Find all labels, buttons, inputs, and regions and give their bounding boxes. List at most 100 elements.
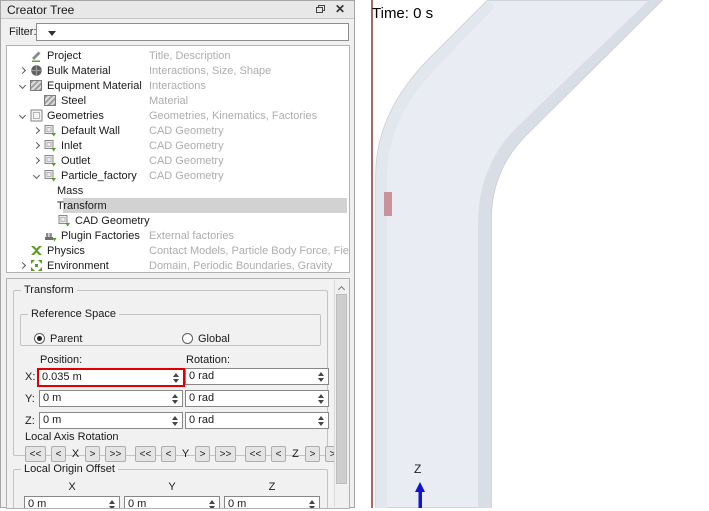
pencil-icon <box>29 49 43 62</box>
tree-item-outlet[interactable]: Outlet CAD Geometry <box>7 153 349 168</box>
rotation-y-input[interactable]: 0 rad <box>185 390 329 407</box>
environment-icon <box>29 259 43 272</box>
cad-geometry-icon <box>43 154 57 167</box>
spinner-arrows-icon[interactable] <box>207 498 216 509</box>
tree-item-project[interactable]: Project Title, Description <box>7 48 349 63</box>
rotate-y-back-button[interactable]: < <box>161 446 176 462</box>
rotate-x-back-button[interactable]: < <box>51 446 66 462</box>
properties-pane: Transform Reference Space Parent Global … <box>6 278 350 509</box>
transform-group: Transform Reference Space Parent Global … <box>13 284 328 456</box>
rotation-x-input[interactable]: 0 rad <box>185 368 329 385</box>
transform-group-label: Transform <box>21 284 77 296</box>
physics-icon <box>29 244 43 257</box>
properties-scrollbar[interactable] <box>334 280 348 507</box>
offset-y-input[interactable]: 0 m <box>124 496 220 509</box>
reference-space-label: Reference Space <box>28 308 119 320</box>
radio-unselected-icon[interactable] <box>182 333 193 344</box>
viewport-3d[interactable]: Time: 0 s Z <box>356 0 709 508</box>
scrollbar-thumb[interactable] <box>336 294 347 484</box>
tree-item-mass[interactable]: Mass <box>7 183 349 198</box>
tree-item-bulk-material[interactable]: Bulk Material Interactions, Size, Shape <box>7 63 349 78</box>
y-axis-label: Y: <box>25 393 39 405</box>
geometry-square-icon <box>29 109 43 122</box>
expander-collapsed-icon[interactable] <box>18 262 25 269</box>
pipe-geometry <box>356 0 709 508</box>
cad-geometry-icon <box>57 214 71 227</box>
tree-item-default-wall[interactable]: Default Wall CAD Geometry <box>7 123 349 138</box>
boundary-line <box>371 0 373 508</box>
rotate-y-fast-fwd-button[interactable]: >> <box>215 446 236 462</box>
position-y-input[interactable]: 0 m <box>39 390 183 407</box>
rotate-z-back-button[interactable]: < <box>271 446 286 462</box>
panel-title: Creator Tree <box>7 3 74 17</box>
tree-item-equipment-material[interactable]: Equipment Material Interactions <box>7 78 349 93</box>
spinner-arrows-icon[interactable] <box>316 414 325 428</box>
tree-item-physics[interactable]: Physics Contact Models, Particle Body Fo… <box>7 243 349 258</box>
factory-icon <box>43 229 57 242</box>
expander-expanded-icon[interactable] <box>18 112 25 119</box>
z-axis-label: Z <box>414 462 421 476</box>
rotation-label: Rotation: <box>186 354 230 366</box>
panel-header[interactable]: Creator Tree ✕ <box>1 1 354 19</box>
float-icon[interactable] <box>316 5 326 14</box>
tree-item-transform[interactable]: Transform <box>7 198 349 213</box>
offset-y-label: Y <box>124 481 220 493</box>
close-icon[interactable]: ✕ <box>334 2 346 16</box>
hatch-material-icon <box>43 94 57 107</box>
rotate-z-fwd-button[interactable]: > <box>305 446 320 462</box>
expander-expanded-icon[interactable] <box>32 172 39 179</box>
global-radio[interactable]: Global <box>182 333 230 345</box>
local-origin-offset-label: Local Origin Offset <box>21 463 118 475</box>
position-x-input[interactable]: 0.035 m <box>37 368 185 387</box>
expander-expanded-icon[interactable] <box>18 82 25 89</box>
time-label: Time: 0 s <box>372 5 433 22</box>
tree-item-environment[interactable]: Environment Domain, Periodic Boundaries,… <box>7 258 349 273</box>
expander-collapsed-icon[interactable] <box>18 67 25 74</box>
cad-geometry-icon <box>43 139 57 152</box>
rotate-x-fast-fwd-button[interactable]: >> <box>105 446 126 462</box>
local-origin-offset-group: Local Origin Offset X Y Z 0 m 0 m 0 m <box>13 463 328 509</box>
spinner-arrows-icon[interactable] <box>170 414 179 428</box>
position-z-input[interactable]: 0 m <box>39 412 183 429</box>
rotate-z-fast-back-button[interactable]: << <box>245 446 266 462</box>
sphere-icon <box>29 64 43 77</box>
tree-item-geometries[interactable]: Geometries Geometries, Kinematics, Facto… <box>7 108 349 123</box>
expander-collapsed-icon[interactable] <box>32 127 39 134</box>
offset-z-label: Z <box>224 481 320 493</box>
tree-item-steel[interactable]: Steel Material <box>7 93 349 108</box>
z-axis-label: Z: <box>25 415 39 427</box>
rotation-z-input[interactable]: 0 rad <box>185 412 329 429</box>
expander-collapsed-icon[interactable] <box>32 142 39 149</box>
spinner-arrows-icon[interactable] <box>316 392 325 406</box>
reference-space-group: Reference Space Parent Global <box>20 308 321 346</box>
radio-selected-icon[interactable] <box>34 333 45 344</box>
tree-item-cad-geometry[interactable]: CAD Geometry <box>7 213 349 228</box>
parent-radio[interactable]: Parent <box>34 333 82 345</box>
spinner-arrows-icon[interactable] <box>107 498 116 509</box>
spinner-arrows-icon[interactable] <box>307 498 316 509</box>
rotate-y-fwd-button[interactable]: > <box>195 446 210 462</box>
axis-y-label: Y <box>181 448 190 460</box>
rotate-x-fwd-button[interactable]: > <box>85 446 100 462</box>
expander-collapsed-icon[interactable] <box>32 157 39 164</box>
particle-factory-marker <box>384 192 392 216</box>
position-label: Position: <box>40 354 82 366</box>
spinner-arrows-icon[interactable] <box>170 392 179 406</box>
tree-item-plugin-factories[interactable]: Plugin Factories External factories <box>7 228 349 243</box>
spinner-arrows-icon[interactable] <box>171 371 180 385</box>
cad-geometry-icon <box>43 124 57 137</box>
hatch-material-icon <box>29 79 43 92</box>
creator-tree-panel: Creator Tree ✕ Filter: Project Title, De… <box>0 0 355 508</box>
rotate-y-fast-back-button[interactable]: << <box>135 446 156 462</box>
spinner-arrows-icon[interactable] <box>316 370 325 384</box>
tree-item-particle-factory[interactable]: Particle_factory CAD Geometry <box>7 168 349 183</box>
filter-label: Filter: <box>9 26 37 38</box>
offset-x-input[interactable]: 0 m <box>24 496 120 509</box>
local-axis-rotation-label: Local Axis Rotation <box>25 431 119 443</box>
tree-item-inlet[interactable]: Inlet CAD Geometry <box>7 138 349 153</box>
creator-tree: Project Title, Description Bulk Material… <box>6 45 350 273</box>
offset-z-input[interactable]: 0 m <box>224 496 320 509</box>
rotate-x-fast-back-button[interactable]: << <box>25 446 46 462</box>
filter-combobox[interactable] <box>36 23 349 41</box>
cad-geometry-icon <box>43 169 57 182</box>
